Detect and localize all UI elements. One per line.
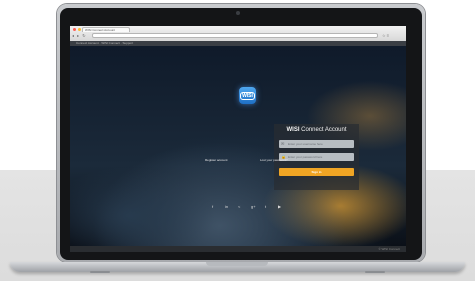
camera-icon [236, 11, 240, 15]
login-title: WISI Connect Account [274, 127, 359, 133]
wisi-logo: WISI [239, 87, 256, 104]
mail-icon: ✉ [281, 141, 285, 146]
browser-toolbar: WISI Connect Account ◂ ▸ ↻ ☆ ≡ [70, 26, 406, 42]
page-footer: © WISI Connect [70, 246, 406, 252]
laptop-notch [206, 262, 268, 266]
close-icon[interactable] [73, 28, 76, 31]
laptop-foot-right [365, 271, 385, 273]
share-icon[interactable]: < [238, 204, 240, 209]
forgot-password-link[interactable]: Lost your password? [260, 158, 288, 162]
address-bar[interactable] [92, 33, 378, 38]
login-panel: WISI Connect Account ✉ Enter your userna… [274, 124, 359, 190]
browser-tab[interactable]: WISI Connect Account [82, 27, 130, 32]
googleplus-icon[interactable]: g+ [251, 204, 256, 209]
username-placeholder: Enter your username here [288, 142, 323, 146]
title-rest: Connect Account [299, 127, 347, 133]
logo-text: WISI [240, 91, 255, 100]
facebook-icon[interactable]: f [212, 204, 213, 209]
laptop-foot-left [90, 271, 110, 273]
password-placeholder: Enter your password here [288, 155, 323, 159]
youtube-icon[interactable]: ▶ [278, 204, 281, 209]
browser-window: WISI Connect Account ◂ ▸ ↻ ☆ ≡ Connect A… [70, 26, 406, 252]
register-link[interactable]: Register account [205, 158, 228, 162]
linkedin-icon[interactable]: in [225, 204, 228, 209]
password-field[interactable]: 🔒 Enter your password here [279, 153, 354, 161]
minimize-icon[interactable] [78, 28, 81, 31]
username-field[interactable]: ✉ Enter your username here [279, 140, 354, 148]
twitter-icon[interactable]: t [265, 204, 266, 209]
signin-button[interactable]: Sign in [279, 168, 354, 176]
title-brand: WISI [286, 127, 300, 133]
browser-tools[interactable]: ☆ ≡ [382, 33, 389, 38]
nav-buttons[interactable]: ◂ ▸ ↻ [72, 33, 87, 38]
